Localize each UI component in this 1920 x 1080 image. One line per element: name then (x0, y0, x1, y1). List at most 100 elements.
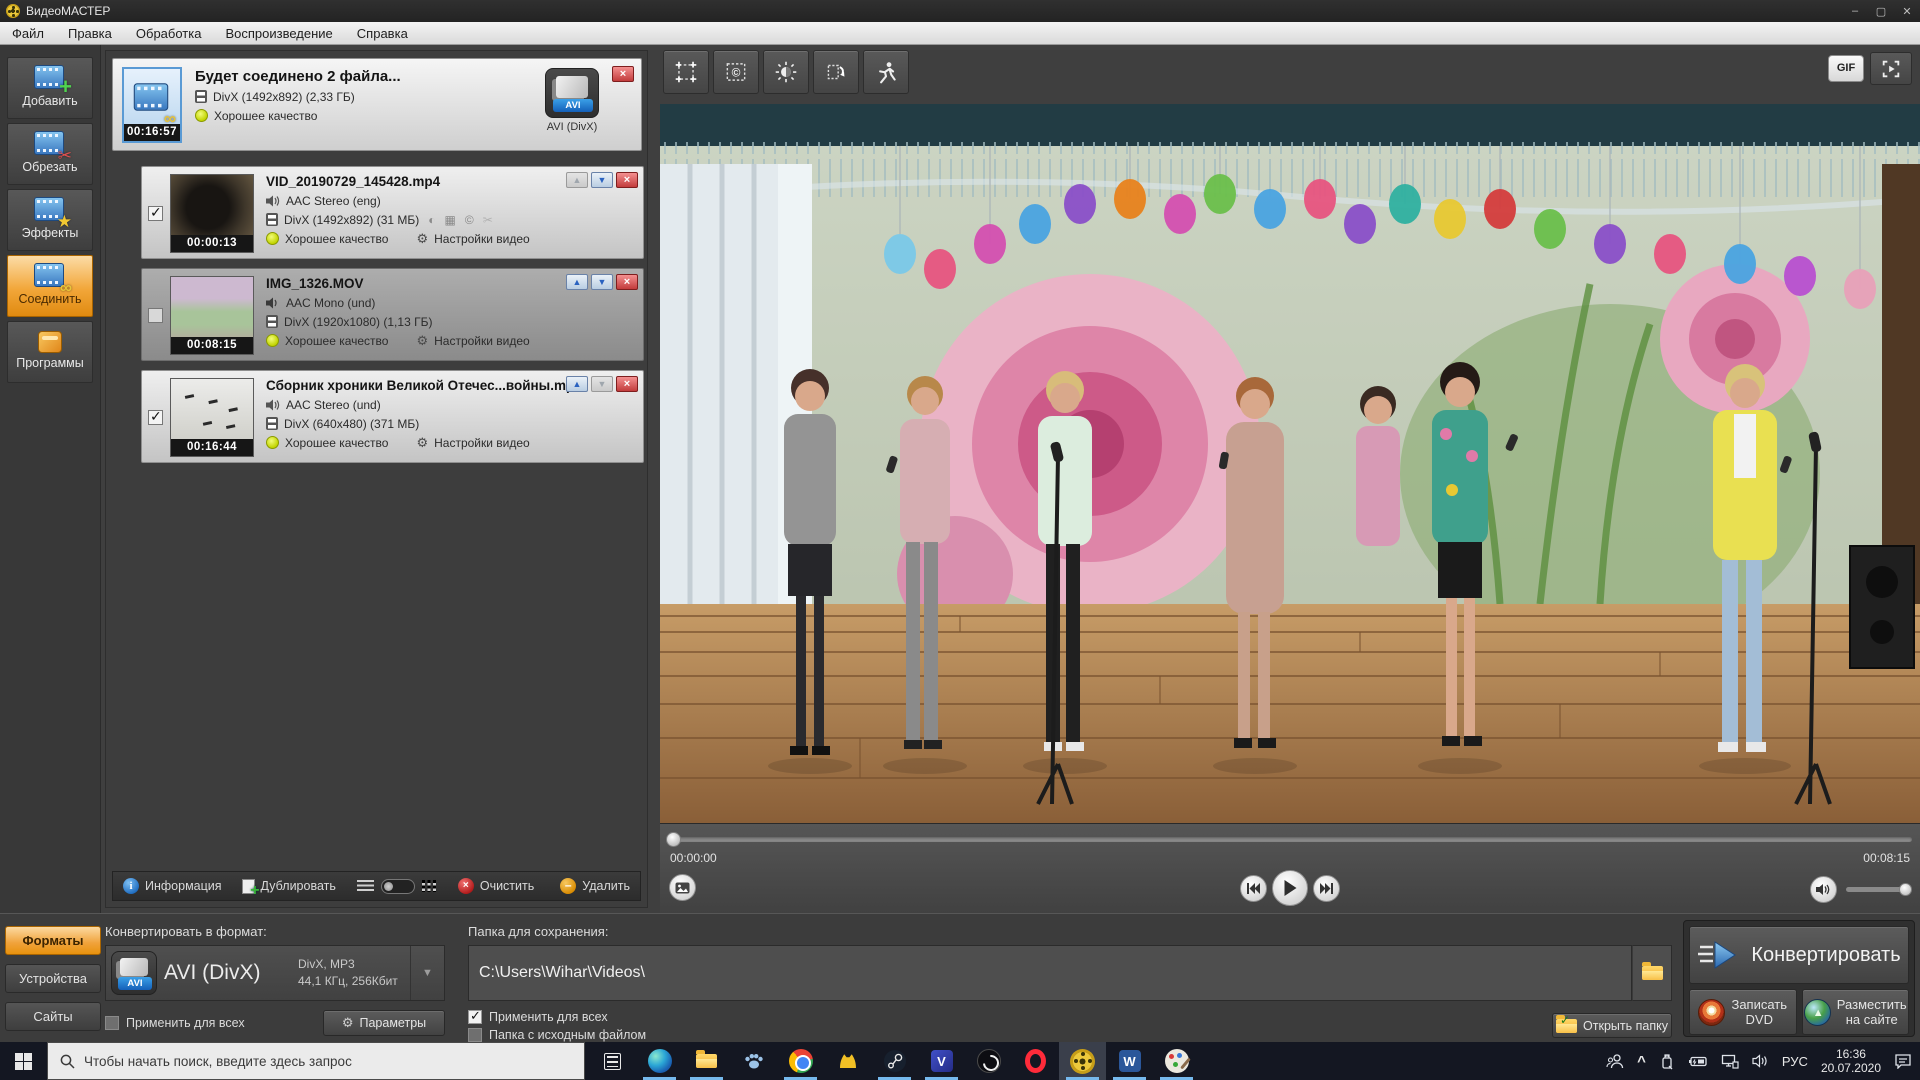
move-up-button[interactable] (566, 376, 588, 392)
parameters-button[interactable]: Параметры (323, 1010, 445, 1036)
move-down-button[interactable] (591, 172, 613, 188)
list-view-icon[interactable] (357, 880, 374, 892)
people-icon[interactable] (1606, 1053, 1624, 1069)
burn-dvd-button[interactable]: ЗаписатьDVD (1689, 989, 1797, 1035)
move-down-button[interactable] (591, 274, 613, 290)
file-row[interactable]: 00:16:44 Сборник хроники Великой Отечес.… (141, 370, 644, 463)
apply-path-all-checkbox[interactable] (468, 1010, 482, 1024)
seek-thumb[interactable] (666, 832, 681, 847)
taskbar-obs-icon[interactable] (965, 1042, 1012, 1080)
menu-file[interactable]: Файл (0, 26, 56, 41)
taskbar-steam-icon[interactable] (871, 1042, 918, 1080)
tab-devices[interactable]: Устройства (5, 964, 101, 993)
volume-thumb[interactable] (1899, 883, 1912, 896)
taskbar-opera-icon[interactable] (1012, 1042, 1059, 1080)
snapshot-button[interactable] (669, 874, 696, 901)
crop-mini-icon[interactable] (445, 213, 456, 227)
open-folder-button[interactable]: ✓ Открыть папку (1552, 1013, 1672, 1038)
apply-format-all-checkbox[interactable] (105, 1016, 119, 1030)
speed-effects-button[interactable] (863, 50, 909, 94)
previous-button[interactable] (1240, 875, 1267, 902)
volume-slider[interactable] (1846, 887, 1910, 892)
sidebar-item-trim[interactable]: Обрезать (7, 123, 93, 185)
fullscreen-button[interactable] (1870, 52, 1912, 85)
file-row[interactable]: 00:08:15 IMG_1326.MOV AAC Mono (und) Div… (141, 268, 644, 361)
tab-sites[interactable]: Сайты (5, 1002, 101, 1031)
taskbar-task-view-icon[interactable] (589, 1042, 636, 1080)
remove-output-button[interactable] (612, 66, 634, 82)
rotate-button[interactable] (813, 50, 859, 94)
convert-button[interactable]: Конвертировать (1689, 926, 1909, 984)
remove-file-button[interactable] (616, 172, 638, 188)
file-checkbox[interactable] (148, 410, 163, 425)
start-button[interactable] (0, 1042, 47, 1080)
menu-processing[interactable]: Обработка (124, 26, 214, 41)
taskbar-paw-app-icon[interactable] (730, 1042, 777, 1080)
clear-button[interactable]: Очистить (458, 878, 534, 894)
play-button[interactable] (1272, 870, 1308, 906)
trim-mini-icon[interactable] (483, 213, 493, 227)
menu-edit[interactable]: Правка (56, 26, 124, 41)
view-toggle[interactable] (381, 879, 415, 894)
publish-site-button[interactable]: Разместитьна сайте (1802, 989, 1910, 1035)
notification-center-icon[interactable] (1894, 1053, 1912, 1069)
source-folder-checkbox[interactable] (468, 1028, 482, 1042)
grid-view-icon[interactable] (422, 880, 437, 892)
taskbar-word-icon[interactable] (1106, 1042, 1153, 1080)
film-icon (195, 90, 207, 103)
taskbar-explorer-icon[interactable] (683, 1042, 730, 1080)
video-settings-link[interactable]: Настройки видео (434, 232, 530, 246)
brightness-button[interactable] (763, 50, 809, 94)
move-up-button[interactable] (566, 172, 588, 188)
duplicate-button[interactable]: Дублировать (242, 879, 336, 894)
chevron-down-icon[interactable] (410, 946, 444, 1000)
video-settings-link[interactable]: Настройки видео (434, 334, 530, 348)
taskbar-yellow-app-icon[interactable] (824, 1042, 871, 1080)
tab-formats[interactable]: Форматы (5, 926, 101, 955)
hidden-icons-chevron[interactable] (1637, 1053, 1646, 1070)
taskbar-videomaster-icon[interactable] (1059, 1042, 1106, 1080)
maximize-button[interactable] (1868, 5, 1894, 18)
sidebar-item-join[interactable]: Соединить (7, 255, 93, 317)
sidebar-item-effects[interactable]: Эффекты (7, 189, 93, 251)
usb-icon[interactable] (1659, 1053, 1675, 1070)
seek-slider[interactable] (668, 837, 1912, 842)
network-icon[interactable] (1721, 1054, 1739, 1069)
move-up-button[interactable] (566, 274, 588, 290)
brightness-mini-icon[interactable] (428, 213, 435, 227)
file-row[interactable]: 00:00:13 VID_20190729_145428.mp4 AAC Ste… (141, 166, 644, 259)
clock[interactable]: 16:36 20.07.2020 (1821, 1047, 1881, 1075)
battery-icon[interactable] (1688, 1055, 1708, 1068)
remove-file-button[interactable] (616, 274, 638, 290)
format-selector[interactable]: AVI AVI (DivX) DivX, MP3 44,1 КГц, 256Кб… (105, 945, 445, 1001)
speaker-icon[interactable] (1752, 1054, 1769, 1068)
sidebar-item-programs[interactable]: Программы (7, 321, 93, 383)
watermark-button[interactable]: © (713, 50, 759, 94)
save-path-input[interactable] (468, 945, 1632, 1001)
info-button[interactable]: Информация (123, 878, 222, 894)
remove-file-button[interactable] (616, 376, 638, 392)
next-button[interactable] (1313, 875, 1340, 902)
menu-help[interactable]: Справка (345, 26, 420, 41)
browse-folder-button[interactable] (1632, 945, 1672, 1001)
watermark-mini-icon[interactable] (465, 213, 474, 227)
taskbar-v-app-icon[interactable] (918, 1042, 965, 1080)
language-indicator[interactable]: РУС (1782, 1054, 1808, 1069)
file-checkbox[interactable] (148, 206, 163, 221)
video-settings-link[interactable]: Настройки видео (434, 436, 530, 450)
search-input[interactable] (84, 1054, 544, 1069)
taskbar-edge-icon[interactable] (636, 1042, 683, 1080)
file-checkbox[interactable] (148, 308, 163, 323)
minimize-button[interactable] (1842, 5, 1868, 18)
taskbar-paint-icon[interactable] (1153, 1042, 1200, 1080)
gif-button[interactable]: GIF (1828, 55, 1864, 82)
close-button[interactable] (1894, 5, 1920, 18)
move-down-button[interactable] (591, 376, 613, 392)
taskbar-chrome-icon[interactable] (777, 1042, 824, 1080)
menu-playback[interactable]: Воспроизведение (213, 26, 344, 41)
sidebar-item-add[interactable]: Добавить (7, 57, 93, 119)
taskbar-search[interactable] (47, 1042, 585, 1080)
crop-button[interactable] (663, 50, 709, 94)
delete-button[interactable]: Удалить (560, 878, 630, 894)
mute-button[interactable] (1810, 876, 1837, 903)
